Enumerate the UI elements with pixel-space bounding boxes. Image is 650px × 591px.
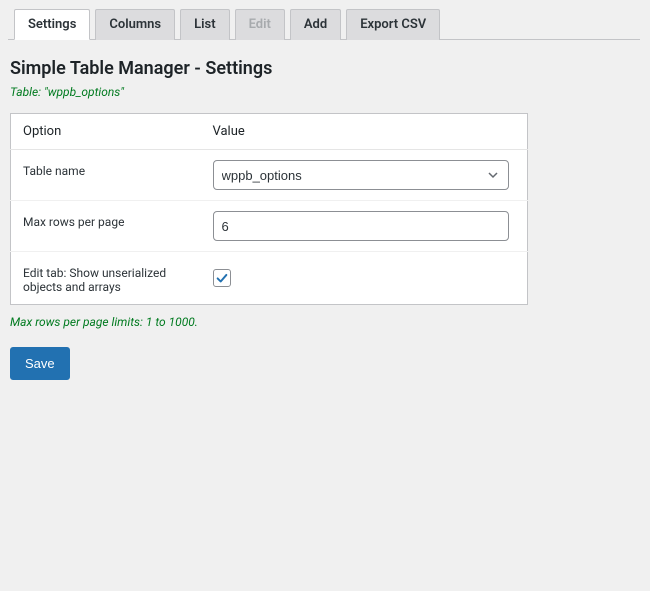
page-title: Simple Table Manager - Settings	[10, 58, 640, 79]
tab-bar: Settings Columns List Edit Add Export CS…	[8, 8, 640, 40]
save-button[interactable]: Save	[10, 347, 70, 380]
table-row: Max rows per page	[11, 201, 528, 252]
edit-tab-checkbox[interactable]	[213, 269, 231, 287]
col-header-value: Value	[201, 114, 528, 150]
tab-edit: Edit	[235, 9, 285, 40]
max-rows-input[interactable]	[213, 211, 509, 241]
col-header-option: Option	[11, 114, 201, 150]
setting-label-table-name: Table name	[11, 150, 201, 201]
tab-export-csv[interactable]: Export CSV	[346, 9, 440, 40]
tab-settings[interactable]: Settings	[14, 9, 90, 40]
table-name-select[interactable]: wppb_options	[213, 160, 509, 190]
tab-list[interactable]: List	[180, 9, 229, 40]
tab-add[interactable]: Add	[290, 9, 341, 40]
settings-table: Option Value Table name wppb_options	[10, 113, 528, 305]
table-row: Edit tab: Show unserialized objects and …	[11, 252, 528, 305]
setting-label-max-rows: Max rows per page	[11, 201, 201, 252]
limits-note: Max rows per page limits: 1 to 1000.	[10, 315, 640, 329]
table-row: Table name wppb_options	[11, 150, 528, 201]
active-table-label: Table: "wppb_options"	[10, 85, 640, 99]
tab-columns[interactable]: Columns	[95, 9, 175, 40]
checkmark-icon	[215, 271, 229, 285]
setting-label-edit-tab: Edit tab: Show unserialized objects and …	[11, 252, 201, 305]
